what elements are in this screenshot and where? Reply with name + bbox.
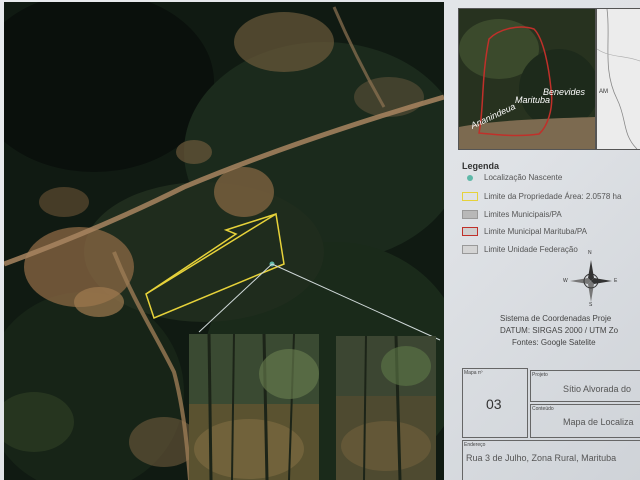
map-sheet: Ananindeua Marituba Benevides AM Legenda… — [0, 0, 640, 480]
address: Rua 3 de Julho, Zona Rural, Marituba — [466, 453, 617, 463]
sources: Fontes: Google Satelite — [512, 338, 596, 347]
inset-label-benevides: Benevides — [543, 87, 586, 97]
compass-w: W — [563, 278, 568, 284]
property-swatch-icon — [462, 192, 478, 201]
legend-item-marituba-limit: Limite Municipal Marituba/PA — [462, 227, 587, 236]
legend-item-municipal-limits: Limites Municipais/PA — [462, 210, 562, 219]
compass-s: S — [589, 302, 593, 308]
state-map: AM — [596, 8, 640, 150]
compass-e: E — [614, 278, 618, 284]
legend-item-federation-limit: Limite Unidade Federação — [462, 245, 578, 254]
coord-system: Sistema de Coordenadas Proje — [500, 314, 612, 323]
federation-swatch-icon — [462, 245, 478, 254]
inset-map: Ananindeua Marituba Benevides — [458, 8, 596, 150]
project-name: Sítio Alvorada do — [563, 384, 632, 394]
marituba-swatch-icon — [462, 227, 478, 236]
map-number: 03 — [486, 396, 502, 412]
spring-dot-icon — [467, 174, 473, 181]
project-label: Projeto — [532, 372, 548, 378]
legend-item-spring: Localização Nascente — [462, 173, 562, 182]
datum: DATUM: SIRGAS 2000 / UTM Zo — [500, 326, 619, 335]
map-number-label: Mapa nº — [464, 370, 483, 376]
legend-title: Legenda — [462, 161, 500, 171]
state-label: AM — [599, 89, 608, 95]
municipal-swatch-icon — [462, 210, 478, 219]
satellite-map — [4, 2, 444, 480]
spring-photo-1 — [189, 334, 319, 480]
content-name: Mapa de Localiza — [563, 417, 634, 427]
north-arrow-icon: N S W E — [563, 250, 618, 308]
compass-n: N — [588, 250, 592, 256]
address-label: Endereço — [464, 442, 486, 448]
content-label: Conteúdo — [532, 406, 554, 412]
legend-item-property: Limite da Propriedade Área: 2.0578 ha — [462, 192, 621, 201]
spring-photo-2 — [336, 336, 436, 480]
